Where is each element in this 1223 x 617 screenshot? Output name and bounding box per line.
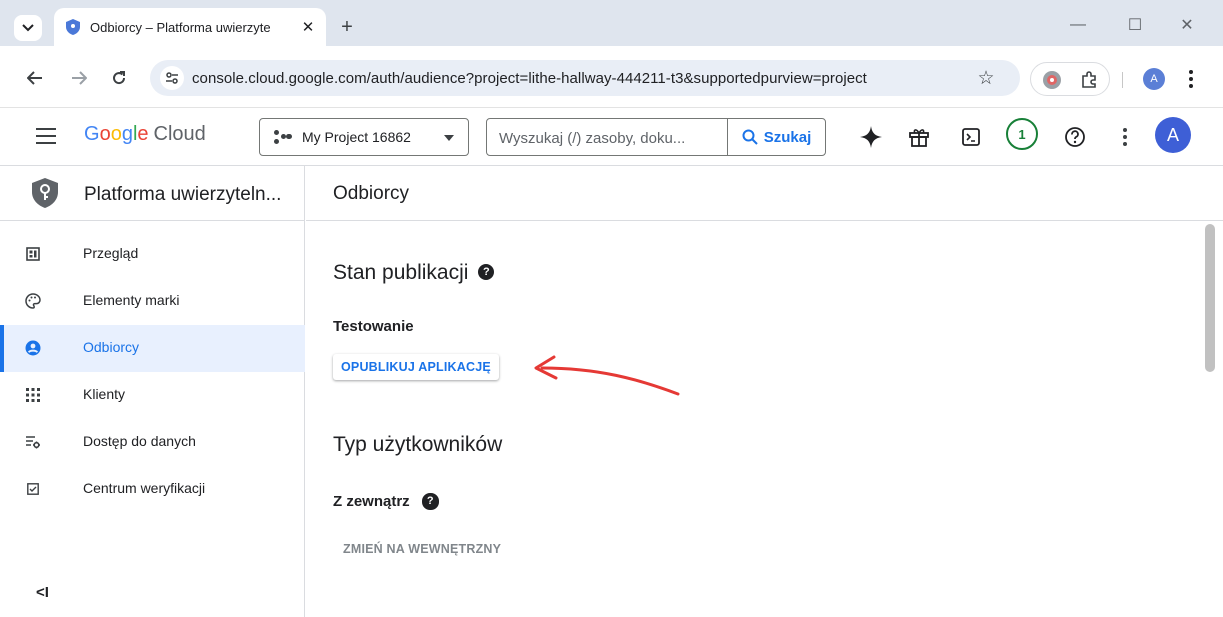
search-button[interactable]: Szukaj — [727, 119, 825, 155]
tab-close-icon[interactable]: ✕ — [300, 19, 316, 36]
bookmark-star-icon[interactable]: ☆ — [976, 68, 996, 89]
data-settings-icon — [25, 434, 41, 450]
chrome-menu-icon[interactable] — [1183, 66, 1199, 92]
puzzle-icon[interactable] — [1079, 70, 1099, 90]
main-content: Odbiorcy Stan publikacji? Testowanie OPU… — [306, 166, 1223, 617]
logo-google: Google — [84, 123, 149, 145]
minimize-button[interactable]: — — [1063, 14, 1093, 36]
shield-icon — [65, 19, 81, 35]
help-icon[interactable] — [1060, 122, 1090, 152]
maximize-button[interactable]: ☐ — [1120, 14, 1150, 36]
sidebar-item-data-access[interactable]: Dostęp do danych — [0, 419, 305, 466]
project-icon — [274, 130, 292, 144]
publishing-status-title: Stan publikacji — [333, 261, 469, 284]
site-settings-icon[interactable] — [160, 66, 184, 90]
project-picker[interactable]: My Project 16862 — [259, 118, 469, 156]
palette-icon — [25, 293, 41, 309]
sidebar-item-label: Centrum weryfikacji — [83, 480, 206, 496]
browser-tab-active[interactable]: Odbiorcy – Platforma uwierzyte ✕ — [54, 8, 326, 46]
sidebar-item-label: Elementy marki — [83, 292, 180, 308]
sidebar-header: Platforma uwierzyteln... — [0, 166, 305, 221]
publish-app-button[interactable]: OPUBLIKUJ APLIKACJĘ — [333, 354, 499, 380]
sidebar: Platforma uwierzyteln... Przegląd Elemen… — [0, 166, 305, 617]
close-window-button[interactable]: ✕ — [1172, 14, 1202, 36]
project-name: My Project 16862 — [302, 129, 411, 145]
search-input[interactable] — [499, 128, 717, 148]
sidebar-item-verification-center[interactable]: Centrum weryfikacji — [0, 466, 305, 513]
sidebar-nav: Przegląd Elementy marki Odbiorcy Klienty… — [0, 231, 305, 513]
gemini-sparkle-icon[interactable] — [856, 122, 886, 152]
logo-cloud: Cloud — [153, 123, 206, 145]
browser-tabstrip: Odbiorcy – Platforma uwierzyte ✕ + — ☐ ✕ — [0, 0, 1223, 46]
chevron-down-icon — [22, 24, 34, 32]
caret-down-icon — [444, 135, 454, 141]
publishing-status-value: Testowanie — [333, 318, 414, 335]
account-avatar[interactable]: A — [1155, 117, 1191, 153]
sidebar-item-audience[interactable]: Odbiorcy — [0, 325, 305, 372]
collapse-sidebar-button[interactable]: <I — [36, 584, 49, 601]
sidebar-item-label: Dostęp do danych — [83, 433, 196, 449]
hamburger-menu-icon[interactable] — [36, 128, 56, 144]
search-icon — [742, 129, 758, 145]
user-type-value: Z zewnątrz — [333, 493, 410, 510]
auth-shield-icon — [32, 178, 58, 208]
annotation-arrow-icon — [534, 355, 680, 396]
search-box: Szukaj — [486, 118, 826, 156]
sidebar-item-branding[interactable]: Elementy marki — [0, 278, 305, 325]
browser-toolbar: console.cloud.google.com/auth/audience?p… — [0, 46, 1223, 108]
sidebar-item-label: Klienty — [83, 386, 126, 402]
extensions-pill — [1030, 62, 1110, 96]
extension-icon[interactable] — [1043, 71, 1061, 89]
sidebar-item-clients[interactable]: Klienty — [0, 372, 305, 419]
url-text: console.cloud.google.com/auth/audience?p… — [192, 70, 867, 87]
question-help-icon[interactable]: ? — [478, 264, 495, 281]
gift-icon[interactable] — [904, 122, 934, 152]
tab-search-button[interactable] — [14, 15, 42, 41]
reload-icon[interactable] — [108, 67, 130, 89]
product-title: Platforma uwierzyteln... — [84, 184, 282, 205]
back-icon[interactable] — [24, 67, 46, 89]
forward-icon[interactable] — [68, 67, 90, 89]
person-circle-icon — [25, 340, 41, 356]
chrome-profile-avatar[interactable]: A — [1143, 68, 1165, 90]
tab-title: Odbiorcy – Platforma uwierzyte — [90, 19, 271, 35]
page-header: Odbiorcy — [306, 166, 1223, 221]
address-bar[interactable]: console.cloud.google.com/auth/audience?p… — [150, 60, 1020, 96]
dashboard-icon — [25, 246, 41, 262]
google-cloud-logo[interactable]: Google Cloud — [84, 123, 206, 146]
user-type-title: Typ użytkowników — [333, 433, 503, 456]
grid-icon — [25, 387, 41, 403]
gc-header: GoogleCloud My Project 16862 Szukaj 1 A — [0, 108, 1223, 166]
change-to-internal-button[interactable]: ZMIEŃ NA WEWNĘTRZNY — [343, 542, 501, 556]
question-help-icon[interactable]: ? — [421, 492, 439, 510]
scrollbar-thumb[interactable] — [1205, 224, 1215, 372]
new-tab-button[interactable]: + — [336, 16, 358, 38]
notifications-badge[interactable]: 1 — [1006, 118, 1038, 150]
cloud-shell-icon[interactable] — [956, 122, 986, 152]
sidebar-item-label: Przegląd — [83, 245, 139, 261]
user-type-heading: Z zewnątrz? — [333, 492, 439, 511]
sidebar-item-label: Odbiorcy — [83, 339, 140, 355]
more-options-icon[interactable] — [1117, 124, 1133, 150]
checkbox-icon — [25, 481, 41, 497]
search-button-label: Szukaj — [763, 128, 812, 146]
publishing-status-heading: Stan publikacji? — [333, 261, 495, 285]
sidebar-item-overview[interactable]: Przegląd — [0, 231, 305, 278]
toolbar-divider — [1122, 72, 1123, 88]
page-title: Odbiorcy — [333, 183, 410, 204]
